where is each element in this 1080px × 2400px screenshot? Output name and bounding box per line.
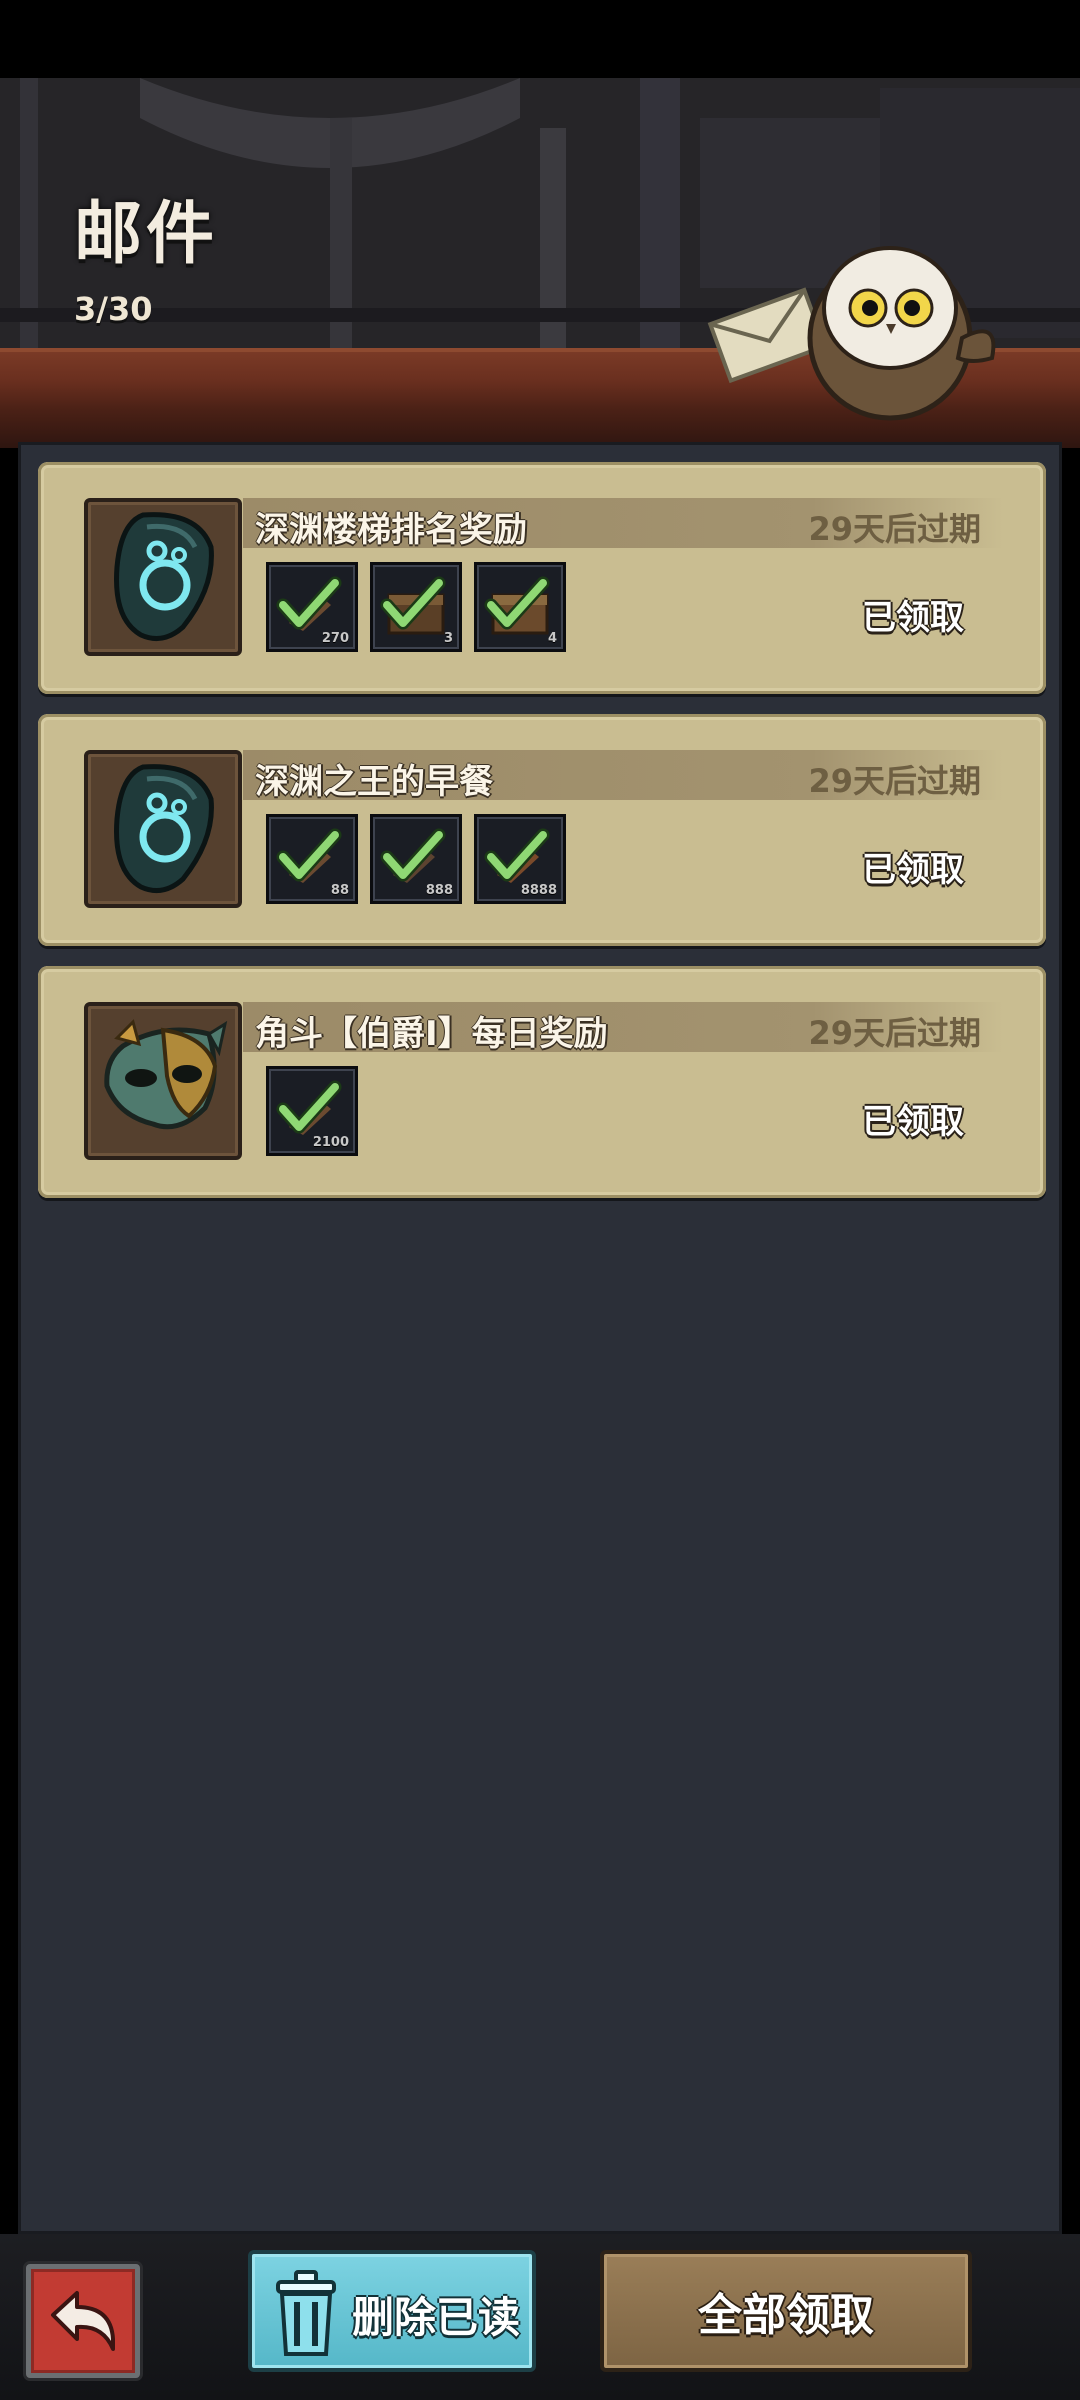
reward-slot[interactable]: 888 (370, 814, 462, 904)
reward-quantity: 4 (547, 631, 557, 646)
mail-title-band: 深渊楼梯排名奖励 29天后过期 (243, 498, 1003, 550)
reward-slot[interactable]: 4 (474, 562, 566, 652)
reward-quantity: 8888 (520, 883, 557, 898)
reward-quantity: 88 (330, 883, 349, 898)
reward-quantity: 270 (321, 631, 349, 646)
back-arrow-icon (51, 2291, 115, 2351)
mail-item[interactable]: 深渊楼梯排名奖励 29天后过期 270 3 4 已领取 (38, 462, 1046, 694)
reward-quantity: 888 (425, 883, 453, 898)
mail-count: 3/30 (74, 290, 153, 328)
reward-row: 270 3 4 (266, 562, 566, 652)
mail-title-band: 深渊之王的早餐 29天后过期 (243, 750, 1003, 802)
status-bar (0, 0, 1080, 78)
mail-expiry: 29天后过期 (808, 762, 981, 800)
reward-slot[interactable]: 3 (370, 562, 462, 652)
owl-mascot-icon (707, 246, 996, 421)
reward-quantity: 3 (443, 631, 453, 646)
bottom-action-bar: 删除已读 全部领取 (0, 2234, 1080, 2400)
mail-title-band: 角斗【伯爵I】每日奖励 29天后过期 (243, 1002, 1003, 1054)
mail-sender-icon (84, 498, 242, 656)
mail-expiry: 29天后过期 (808, 510, 981, 548)
delete-read-label: 删除已读 (352, 2293, 521, 2342)
claimed-status: 已领取 (862, 1102, 964, 1142)
back-button[interactable] (26, 2264, 140, 2378)
claim-all-label: 全部领取 (698, 2290, 874, 2341)
mail-title: 角斗【伯爵I】每日奖励 (255, 1014, 608, 1054)
mail-sender-icon (84, 1002, 242, 1160)
mail-list-panel: 深渊楼梯排名奖励 29天后过期 270 3 4 已领取 深渊之王的早餐 29天后… (18, 442, 1062, 2234)
mail-sender-icon (84, 750, 242, 908)
mail-title: 深渊之王的早餐 (255, 762, 493, 802)
reward-slot[interactable]: 2100 (266, 1066, 358, 1156)
reward-slot[interactable]: 8888 (474, 814, 566, 904)
trash-icon (276, 2270, 336, 2356)
reward-quantity: 2100 (312, 1135, 349, 1150)
masquerade-mask-icon (104, 1019, 228, 1130)
page-title: 邮件 (74, 195, 219, 274)
dark-crystal-icon (114, 764, 214, 894)
delete-read-button[interactable]: 删除已读 (248, 2250, 536, 2372)
mail-expiry: 29天后过期 (808, 1014, 981, 1052)
claim-all-button[interactable]: 全部领取 (600, 2250, 972, 2372)
reward-slot[interactable]: 88 (266, 814, 358, 904)
mail-item[interactable]: 角斗【伯爵I】每日奖励 29天后过期 2100 已领取 (38, 966, 1046, 1198)
dark-crystal-icon (114, 512, 214, 642)
reward-slot[interactable]: 270 (266, 562, 358, 652)
reward-row: 2100 (266, 1066, 358, 1156)
mail-item[interactable]: 深渊之王的早餐 29天后过期 88 888 8888 已领取 (38, 714, 1046, 946)
reward-row: 88 888 8888 (266, 814, 566, 904)
header: 邮件 3/30 (0, 78, 1080, 448)
mail-title: 深渊楼梯排名奖励 (255, 510, 527, 550)
claimed-status: 已领取 (862, 598, 964, 638)
claimed-status: 已领取 (862, 850, 964, 890)
